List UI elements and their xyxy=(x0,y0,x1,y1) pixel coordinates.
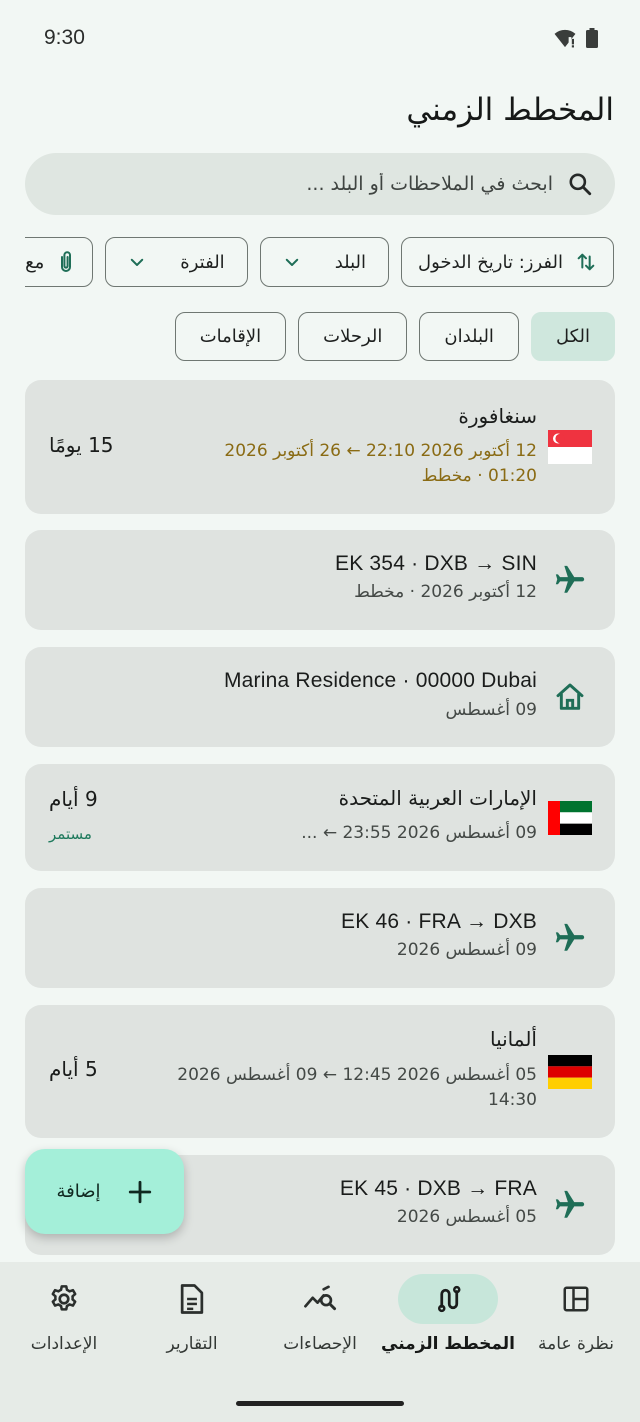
nav-item-timeline[interactable]: المخطط الزمني xyxy=(381,1274,515,1354)
nav-item-overview[interactable]: نظرة عامة xyxy=(512,1274,640,1354)
dashboard-icon xyxy=(563,1286,589,1312)
flight-route: EK 46 · FRA → DXB xyxy=(341,910,537,933)
gear-icon xyxy=(51,1285,77,1311)
tab-trips[interactable]: الرحلات xyxy=(298,312,408,361)
search-icon xyxy=(569,173,592,196)
flight-date: 09 أغسطس 2026 xyxy=(396,940,537,960)
flight-route: EK 354 · DXB → SIN xyxy=(334,552,537,575)
search-input[interactable] xyxy=(47,173,553,195)
nav-label: الإحصاءات xyxy=(283,1334,357,1354)
timeline-accommodation-card[interactable]: Marina Residence · 00000 Dubai 09 أغسطس xyxy=(25,647,615,747)
status-time: 9:30 xyxy=(44,26,85,49)
chevron-down-icon xyxy=(131,258,144,266)
stay-country: سنغافورة xyxy=(458,404,537,428)
country-filter-chip[interactable]: البلد xyxy=(259,237,390,287)
add-button-label: إضافة xyxy=(56,1181,101,1202)
accommodation-date: 09 أغسطس xyxy=(445,700,537,720)
stay-duration: 9 أيام xyxy=(49,787,98,811)
search-bar[interactable] xyxy=(25,153,615,215)
airplane-icon xyxy=(547,915,593,961)
nav-item-settings[interactable]: الإعدادات xyxy=(0,1274,128,1354)
stay-dates: 09 أغسطس 2026 23:55 ← ... xyxy=(301,823,537,843)
stay-dates: 12 أكتوبر 2026 22:10 ← 26 أكتوبر 2026 xyxy=(224,441,537,461)
type-tabs: الكل البلدان الرحلات الإقامات xyxy=(174,312,615,361)
country-chip-label: البلد xyxy=(334,251,367,273)
period-chip-label: الفترة xyxy=(180,251,225,273)
timeline-flight-card[interactable]: EK 46 · FRA → DXB 09 أغسطس 2026 xyxy=(25,888,615,988)
tab-countries[interactable]: البلدان xyxy=(419,312,519,361)
timeline-stay-card[interactable]: ألمانيا 05 أغسطس 2026 12:45 ← 09 أغسطس 2… xyxy=(25,1005,615,1138)
nav-label: المخطط الزمني xyxy=(381,1334,515,1354)
timeline-stay-card[interactable]: الإمارات العربية المتحدة 09 أغسطس 2026 2… xyxy=(25,764,615,871)
query-stats-icon xyxy=(304,1285,337,1311)
paperclip-icon xyxy=(61,251,72,272)
route-icon xyxy=(438,1285,461,1313)
swap-vert-icon xyxy=(577,253,595,271)
status-icons xyxy=(554,28,598,48)
uae-flag-icon xyxy=(547,795,593,841)
sort-chip-label: الفرز: تاريخ الدخول xyxy=(418,251,563,273)
attachment-filter-chip[interactable]: مع مستندات xyxy=(25,237,94,287)
filter-chip-row: الفرز: تاريخ الدخول البلد الفترة مع مستن… xyxy=(25,237,614,287)
stay-dates: 05 أغسطس 2026 12:45 ← 09 أغسطس 2026 xyxy=(177,1065,537,1085)
stay-country: الإمارات العربية المتحدة xyxy=(338,786,537,810)
stay-time: 14:30 xyxy=(488,1090,537,1110)
wifi-icon xyxy=(554,29,576,48)
timeline-flight-card[interactable]: EK 354 · DXB → SIN 12 أكتوبر 2026 · مخطط xyxy=(25,530,615,630)
germany-flag-icon xyxy=(547,1049,593,1095)
flight-date: 12 أكتوبر 2026 · مخطط xyxy=(354,582,537,602)
singapore-flag-icon xyxy=(547,424,593,470)
home-icon xyxy=(547,674,593,720)
add-button[interactable]: إضافة xyxy=(25,1149,184,1234)
airplane-icon xyxy=(547,557,593,603)
period-filter-chip[interactable]: الفترة xyxy=(105,237,248,287)
sort-chip[interactable]: الفرز: تاريخ الدخول xyxy=(401,237,614,287)
page-title: المخطط الزمني xyxy=(406,92,614,128)
document-icon xyxy=(180,1284,204,1314)
nav-item-reports[interactable]: التقارير xyxy=(128,1274,256,1354)
airplane-icon xyxy=(547,1182,593,1228)
ongoing-badge: مستمر xyxy=(49,825,92,843)
stay-status-line: 01:20 · مخطط xyxy=(421,466,537,486)
stay-duration: 15 يومًا xyxy=(49,433,114,457)
nav-label: نظرة عامة xyxy=(538,1334,614,1354)
nav-item-statistics[interactable]: الإحصاءات xyxy=(256,1274,384,1354)
tab-accommodations[interactable]: الإقامات xyxy=(174,312,287,361)
flight-route: EK 45 · DXB → FRA xyxy=(339,1177,537,1200)
home-indicator[interactable] xyxy=(236,1401,404,1406)
stay-duration: 5 أيام xyxy=(49,1057,98,1081)
nav-label: التقارير xyxy=(166,1334,218,1354)
battery-icon xyxy=(586,28,598,48)
flight-date: 05 أغسطس 2026 xyxy=(396,1207,537,1227)
stay-country: ألمانيا xyxy=(489,1027,537,1051)
accommodation-name: Marina Residence · 00000 Dubai xyxy=(223,669,537,692)
chevron-down-icon xyxy=(285,258,298,266)
attachment-chip-label: مع مستندات xyxy=(25,251,45,273)
tab-all[interactable]: الكل xyxy=(530,312,615,361)
status-bar: 9:30 xyxy=(0,0,640,80)
plus-icon xyxy=(128,1180,151,1203)
nav-label: الإعدادات xyxy=(30,1334,98,1354)
timeline-stay-card[interactable]: سنغافورة 12 أكتوبر 2026 22:10 ← 26 أكتوب… xyxy=(25,380,615,514)
bottom-navigation: نظرة عامة المخطط الزمني الإحصاءات التقار… xyxy=(0,1262,640,1422)
